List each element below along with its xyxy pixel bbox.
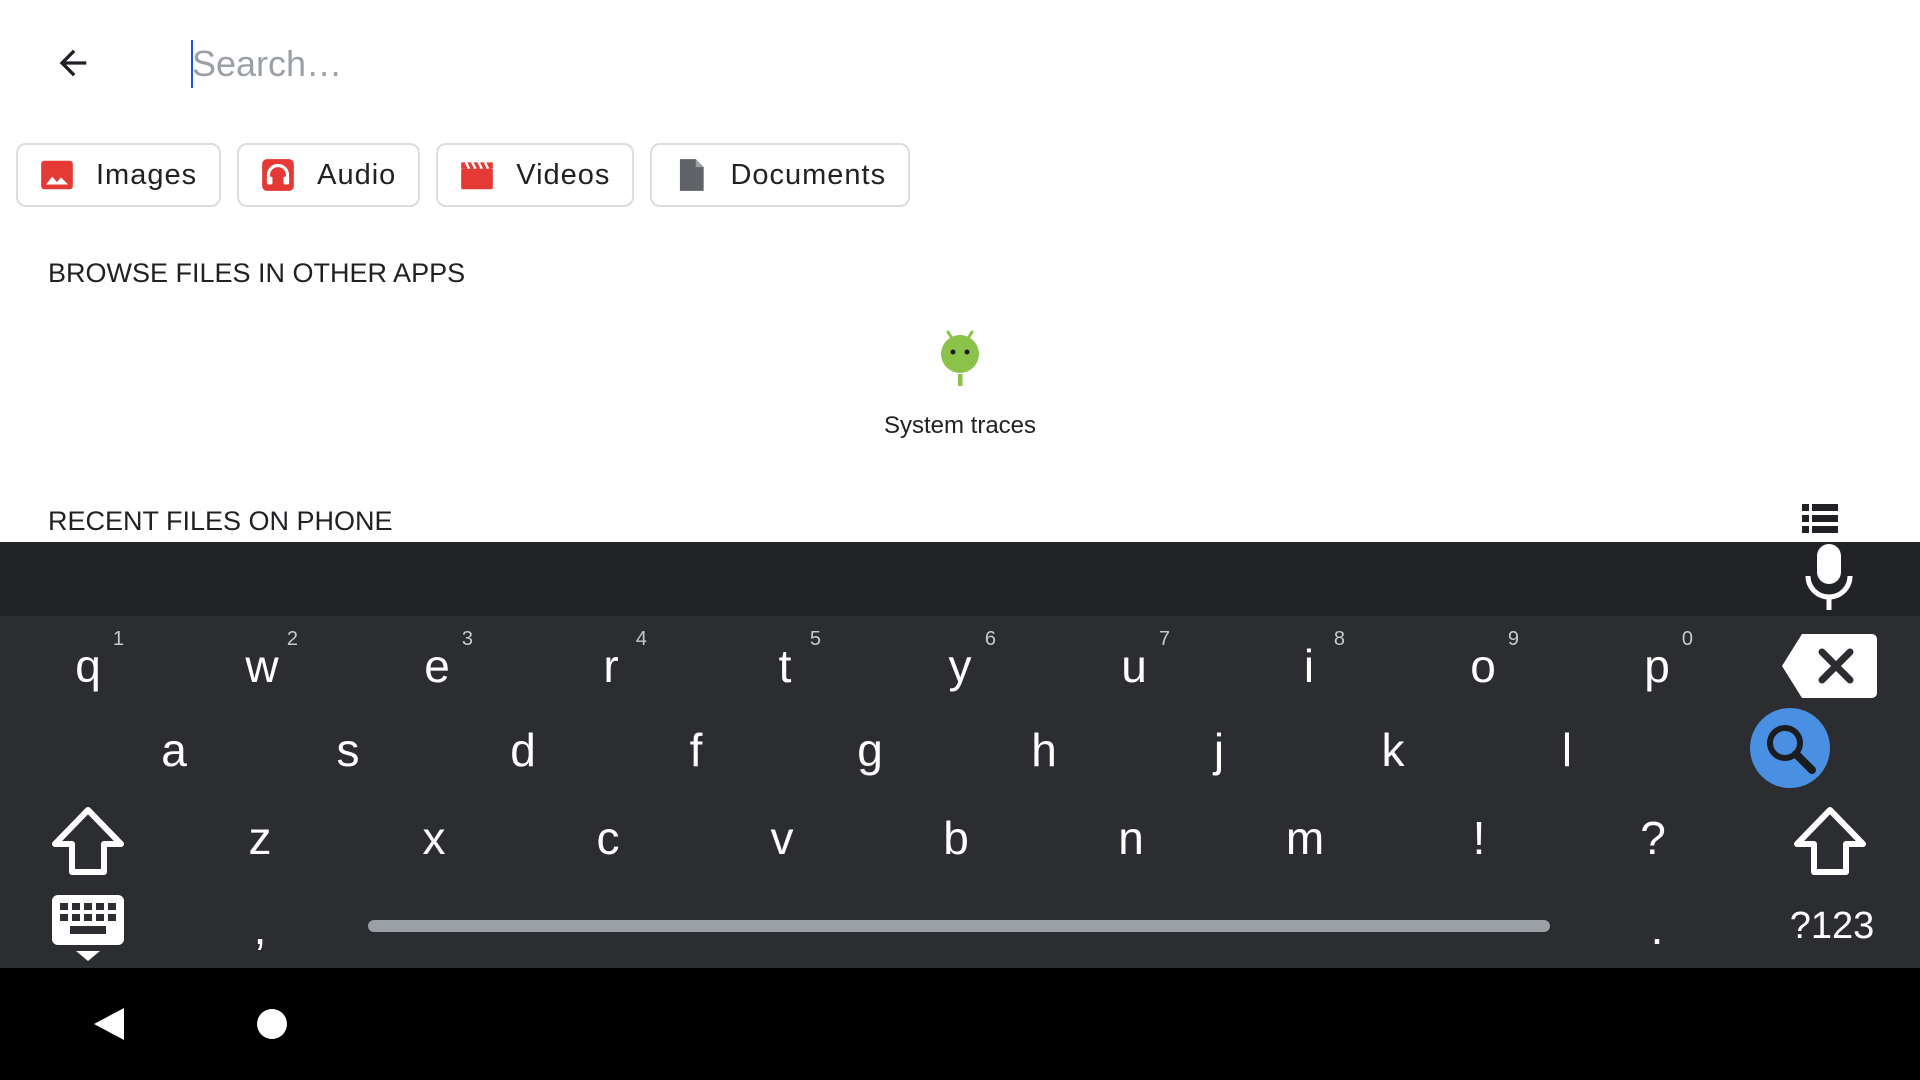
key-m[interactable]: m xyxy=(1261,798,1349,878)
shift-key-left[interactable] xyxy=(44,796,132,886)
key-exclamation[interactable]: ! xyxy=(1435,798,1523,878)
document-icon xyxy=(672,156,710,194)
chip-label: Images xyxy=(96,158,198,191)
chip-audio[interactable]: Audio xyxy=(237,143,421,207)
search-action-key[interactable] xyxy=(1742,700,1838,796)
key-hint: 0 xyxy=(1681,628,1693,650)
chip-label: Videos xyxy=(516,158,611,191)
key-g[interactable]: g xyxy=(826,710,914,790)
chip-videos[interactable]: Videos xyxy=(436,143,635,207)
symbols-key[interactable]: ?123 xyxy=(1770,886,1894,966)
shift-icon xyxy=(1794,807,1866,875)
key-hint: 9 xyxy=(1507,628,1519,650)
keyboard-icon xyxy=(52,895,124,961)
key-hint: 1 xyxy=(112,628,124,650)
browse-section-title: BROWSE FILES IN OTHER APPS xyxy=(48,258,466,288)
key-hint: 5 xyxy=(809,628,821,650)
nav-back-button[interactable] xyxy=(92,1006,126,1042)
key-hint: 7 xyxy=(1158,628,1170,650)
key-t[interactable]: t5 xyxy=(741,626,829,706)
key-p[interactable]: p0 xyxy=(1613,626,1701,706)
key-j[interactable]: j xyxy=(1175,710,1263,790)
search-input[interactable] xyxy=(188,36,1692,92)
clapperboard-icon xyxy=(458,156,496,194)
key-e[interactable]: e3 xyxy=(393,626,481,706)
microphone-icon xyxy=(1805,544,1853,610)
key-o[interactable]: o9 xyxy=(1439,626,1527,706)
key-y[interactable]: y6 xyxy=(916,626,1004,706)
nav-back-icon xyxy=(94,1008,124,1040)
key-char: i xyxy=(1303,640,1315,692)
key-comma[interactable]: , xyxy=(216,888,304,968)
app-screen: Images Audio Videos Documents BROWSE FIL… xyxy=(0,0,1920,1080)
key-char: p xyxy=(1644,640,1670,692)
shift-icon xyxy=(52,807,124,875)
key-l[interactable]: l xyxy=(1523,710,1611,790)
key-hint: 2 xyxy=(286,628,298,650)
shift-key-right[interactable] xyxy=(1786,796,1874,886)
search-icon xyxy=(1750,708,1830,788)
nav-home-icon xyxy=(257,1009,287,1039)
list-view-button[interactable] xyxy=(1802,504,1842,540)
keyboard-switch-key[interactable] xyxy=(44,888,132,968)
app-tile-label: System traces xyxy=(883,412,1037,439)
key-char: w xyxy=(245,640,279,692)
key-i[interactable]: i8 xyxy=(1265,626,1353,706)
key-hint: 6 xyxy=(984,628,996,650)
nav-home-button[interactable] xyxy=(256,1008,288,1040)
key-period[interactable]: . xyxy=(1613,888,1701,968)
key-q[interactable]: q1 xyxy=(44,626,132,706)
key-char: t xyxy=(778,640,792,692)
android-icon xyxy=(941,330,979,386)
backspace-key[interactable] xyxy=(1782,626,1878,706)
text-cursor xyxy=(191,40,193,88)
key-char: u xyxy=(1121,640,1147,692)
image-icon xyxy=(38,156,76,194)
key-z[interactable]: z xyxy=(216,798,304,878)
key-question[interactable]: ? xyxy=(1609,798,1697,878)
key-c[interactable]: c xyxy=(564,798,652,878)
app-tile-system-traces[interactable]: System traces xyxy=(860,328,1060,458)
key-hint: 4 xyxy=(635,628,647,650)
key-char: e xyxy=(424,640,450,692)
chip-images[interactable]: Images xyxy=(16,143,222,207)
arrow-back-icon xyxy=(59,49,87,77)
key-char: y xyxy=(948,640,972,692)
headphones-icon xyxy=(259,156,297,194)
system-nav-bar xyxy=(0,968,1920,1080)
list-view-icon xyxy=(1802,504,1838,533)
spacebar[interactable] xyxy=(368,920,1550,932)
key-char: q xyxy=(75,640,101,692)
key-r[interactable]: r4 xyxy=(567,626,655,706)
key-char: o xyxy=(1470,640,1496,692)
voice-input-button[interactable] xyxy=(1800,542,1858,616)
key-char: r xyxy=(603,640,619,692)
key-f[interactable]: f xyxy=(652,710,740,790)
recent-section-title: RECENT FILES ON PHONE xyxy=(48,506,393,536)
key-s[interactable]: s xyxy=(304,710,392,790)
key-n[interactable]: n xyxy=(1087,798,1175,878)
key-k[interactable]: k xyxy=(1349,710,1437,790)
key-v[interactable]: v xyxy=(738,798,826,878)
key-h[interactable]: h xyxy=(1000,710,1088,790)
category-chips: Images Audio Videos Documents xyxy=(16,143,911,207)
key-x[interactable]: x xyxy=(390,798,478,878)
key-a[interactable]: a xyxy=(130,710,218,790)
key-hint: 8 xyxy=(1333,628,1345,650)
back-button[interactable] xyxy=(40,30,106,96)
key-b[interactable]: b xyxy=(912,798,1000,878)
key-hint: 3 xyxy=(461,628,473,650)
backspace-icon xyxy=(1782,634,1877,698)
chip-label: Documents xyxy=(730,158,887,191)
chip-documents[interactable]: Documents xyxy=(650,143,911,207)
key-w[interactable]: w2 xyxy=(218,626,306,706)
key-d[interactable]: d xyxy=(479,710,567,790)
key-u[interactable]: u7 xyxy=(1090,626,1178,706)
chip-label: Audio xyxy=(317,158,397,191)
keyboard-suggestion-bar xyxy=(0,542,1920,616)
